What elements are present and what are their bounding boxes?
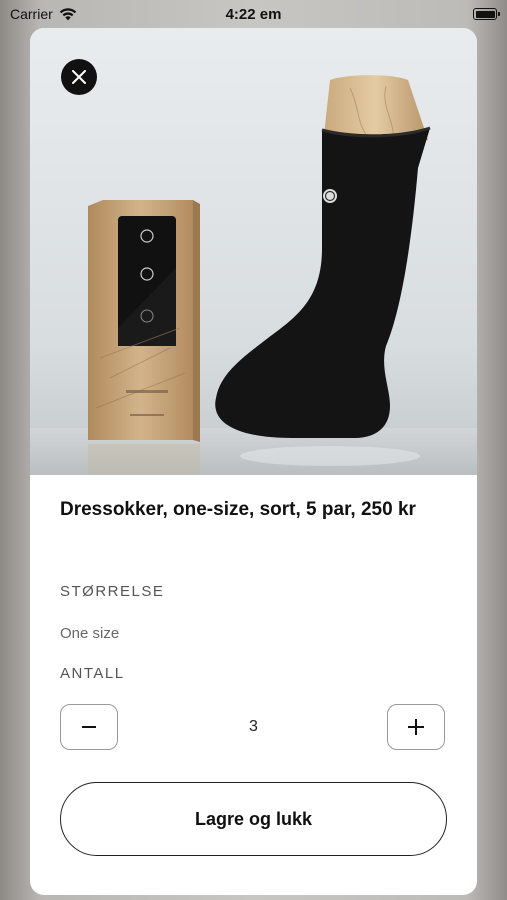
close-button[interactable] [61,59,97,95]
status-bar-left: Carrier [10,6,77,22]
size-section-label: STØRRELSE [60,583,165,600]
plus-icon [408,719,424,735]
carrier-label: Carrier [10,6,53,22]
product-image [30,28,477,475]
product-title: Dressokker, one-size, sort, 5 par, 250 k… [60,499,416,520]
size-value: One size [60,625,120,642]
wifi-icon [59,7,76,20]
product-illustration [30,75,477,475]
battery-icon [473,8,500,20]
close-icon [72,70,86,84]
battery-fill [475,10,495,18]
quantity-section-label: ANTALL [60,665,125,682]
save-and-close-button[interactable]: Lagre og lukk [60,782,447,856]
status-bar: Carrier 4:22 em [0,0,507,28]
increment-button[interactable] [387,704,445,750]
product-sheet: Dressokker, one-size, sort, 5 par, 250 k… [30,28,477,895]
